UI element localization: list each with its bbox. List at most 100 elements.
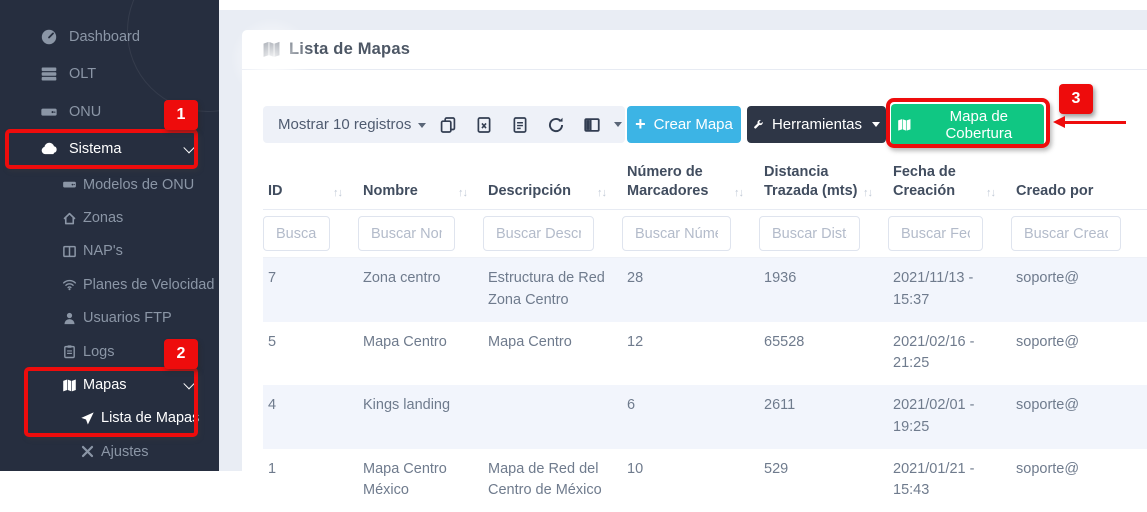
- map-icon: [262, 40, 281, 59]
- column-header-descripci-n[interactable]: Descripción↑↓: [483, 163, 622, 210]
- show-entries-dropdown[interactable]: Mostrar 10 registros: [278, 116, 426, 133]
- search-id-input[interactable]: [263, 216, 330, 251]
- crear-mapa-button[interactable]: + Crear Mapa: [627, 106, 741, 143]
- sidebar-item-usuarios-ftp[interactable]: Usuarios FTP: [0, 302, 219, 335]
- column-visibility-dropdown[interactable]: [583, 116, 622, 134]
- table-cell: 4: [263, 385, 358, 449]
- sidebar-item-ajustes[interactable]: Ajustes: [0, 435, 219, 468]
- table-cell: 529: [759, 449, 888, 512]
- table-cell: 5: [263, 322, 358, 386]
- button-label: Crear Mapa: [654, 116, 733, 133]
- table-cell: Mapa de Red del Centro de México: [483, 449, 622, 512]
- table-cell: 2021/02/16 - 21:25: [888, 322, 1011, 386]
- table-cell: Estructura de Red Zona Centro: [483, 258, 622, 322]
- table-cell: [483, 385, 622, 449]
- sidebar-item-label: Planes de Velocidad: [83, 277, 214, 293]
- sidebar-item-label: NAP's: [83, 243, 123, 259]
- sidebar-item-modelos-de-onu[interactable]: Modelos de ONU: [0, 168, 219, 201]
- clipboard-icon: [62, 344, 77, 359]
- sort-icon: ↑↓: [863, 187, 872, 201]
- table-container: ID ↑↓ Nombre↑↓Descripción↑↓Número de Marca…: [263, 163, 1147, 512]
- column-header-n-mero-de-marcadores[interactable]: Número de Marcadores↑↓: [622, 163, 759, 210]
- column-header-nombre[interactable]: Nombre↑↓: [358, 163, 483, 210]
- plus-icon: +: [635, 115, 646, 133]
- wifi-icon: [62, 277, 77, 292]
- home-icon: [62, 211, 77, 226]
- table-cell: 2611: [759, 385, 888, 449]
- search-n-mero-de-marcadores-input[interactable]: [622, 216, 731, 251]
- table-cell: Mapa Centro México: [358, 449, 483, 512]
- table-cell: 12: [622, 322, 759, 386]
- column-label: ID: [268, 182, 283, 201]
- sidebar-item-label: Logs: [83, 344, 114, 360]
- table-cell: 6: [622, 385, 759, 449]
- sidebar-item-label: Lista de Mapas: [101, 410, 199, 426]
- sidebar-item-label: Ajustes: [101, 444, 149, 460]
- search-fecha-de-creaci-n-input[interactable]: [888, 216, 983, 251]
- server-icon: [40, 65, 58, 83]
- export-icons: [439, 116, 622, 134]
- card-body: Mostrar 10 registros + Crear Mapa Herramie…: [242, 70, 1147, 512]
- sidebar-item-label: Usuarios FTP: [83, 310, 172, 326]
- sidebar-item-label: Mapas: [83, 377, 127, 393]
- sidebar-item-nap-s[interactable]: NAP's: [0, 235, 219, 268]
- caret-down-icon: [872, 122, 880, 127]
- search-nombre-input[interactable]: [358, 216, 455, 251]
- sidebar-item-lista-de-mapas[interactable]: Lista de Mapas: [0, 402, 219, 435]
- toolbar: Mostrar 10 registros + Crear Mapa Herramie…: [263, 106, 1126, 146]
- search-creado-por-input[interactable]: [1011, 216, 1121, 251]
- column-label: Distancia Trazada (mts): [764, 163, 863, 201]
- table-cell: 2021/11/13 - 15:37: [888, 258, 1011, 322]
- sort-icon: ↑↓: [597, 187, 606, 201]
- sort-icon: ↑↓: [333, 187, 342, 201]
- caret-down-icon: [614, 122, 622, 127]
- copy-icon[interactable]: [439, 116, 457, 134]
- sidebar-nav: Dashboard OLT ONU Sistema Modelos de ONUZona…: [0, 0, 219, 469]
- table-cell: 1936: [759, 258, 888, 322]
- file-text-icon[interactable]: [511, 116, 529, 134]
- refresh-icon[interactable]: [547, 116, 565, 134]
- card-header: Lista de Mapas: [242, 30, 1147, 70]
- sidebar-item-olt[interactable]: OLT: [0, 56, 219, 94]
- table-cell: Zona centro: [358, 258, 483, 322]
- column-label: Número de Marcadores: [627, 163, 734, 201]
- sidebar-item-dashboard[interactable]: Dashboard: [0, 18, 219, 56]
- table-row: 4Kings landing 626112021/02/01 - 19:25sop…: [263, 385, 1147, 449]
- sidebar-item-label: Dashboard: [69, 29, 140, 45]
- mapa-de-cobertura-button[interactable]: Mapa de Cobertura: [891, 104, 1044, 146]
- sidebar-item-planes-de-velocidad[interactable]: Planes de Velocidad: [0, 268, 219, 301]
- table-cell: soporte@: [1011, 322, 1147, 386]
- file-excel-icon[interactable]: [475, 116, 493, 134]
- table-cell: Kings landing: [358, 385, 483, 449]
- sidebar-item-sistema[interactable]: Sistema: [0, 131, 219, 169]
- herramientas-button[interactable]: Herramientas: [747, 106, 886, 143]
- table-cell: soporte@: [1011, 385, 1147, 449]
- table-cell: soporte@: [1011, 258, 1147, 322]
- column-header-fecha-de-creaci-n[interactable]: Fecha de Creación↑↓: [888, 163, 1011, 210]
- column-header-id[interactable]: ID ↑↓: [263, 163, 358, 210]
- search-descripci-n-input[interactable]: [483, 216, 594, 251]
- chevron-down-icon: [183, 142, 194, 153]
- columns-picker-icon: [583, 116, 601, 134]
- sidebar-item-zonas[interactable]: Zonas: [0, 201, 219, 234]
- column-header-creado-por[interactable]: Creado por: [1011, 163, 1147, 210]
- cloud-icon: [40, 140, 58, 158]
- table-cell: 2021/02/01 - 19:25: [888, 385, 1011, 449]
- sidebar-item-mapas[interactable]: Mapas: [0, 368, 219, 401]
- sidebar-item-label: ONU: [69, 104, 101, 120]
- table-body: 7Zona centroEstructura de Red Zona Centr…: [263, 258, 1147, 512]
- sidebar-item-label: Sistema: [69, 141, 121, 157]
- sidebar-item-logs[interactable]: Logs: [0, 335, 219, 368]
- column-header-distancia-trazada-mts[interactable]: Distancia Trazada (mts)↑↓: [759, 163, 888, 210]
- table-row: 7Zona centroEstructura de Red Zona Centr…: [263, 258, 1147, 322]
- table-search-row: [263, 210, 1147, 258]
- sort-icon: ↑↓: [986, 187, 995, 201]
- map-icon: [897, 117, 912, 133]
- sort-icon: ↑↓: [734, 187, 743, 201]
- button-label: Herramientas: [772, 116, 862, 133]
- sidebar-item-onu[interactable]: ONU: [0, 93, 219, 131]
- search-distancia-trazada-mts-input[interactable]: [759, 216, 860, 251]
- table-cell: Mapa Centro: [483, 322, 622, 386]
- button-label: Mapa de Cobertura: [920, 108, 1038, 142]
- sidebar-item-label: OLT: [69, 66, 96, 82]
